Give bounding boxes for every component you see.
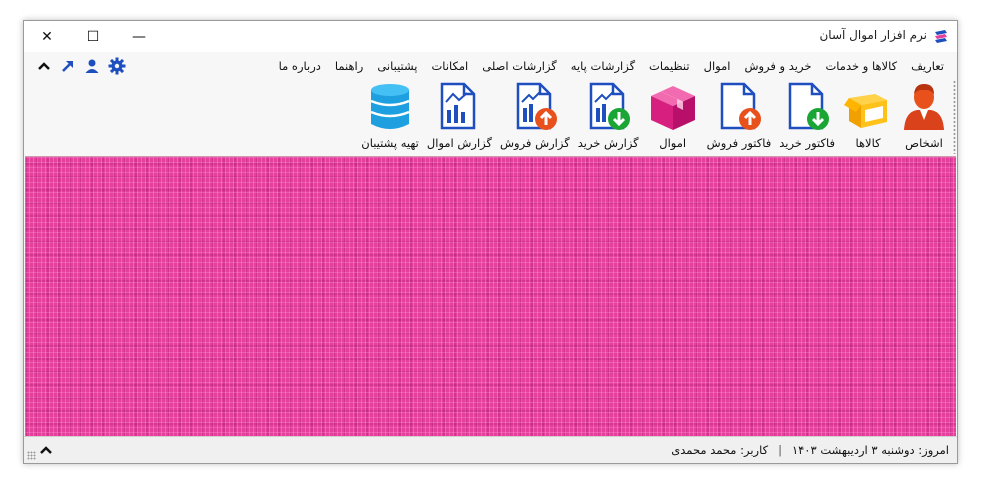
purchase-report-button[interactable]: گزارش خرید bbox=[578, 80, 639, 150]
resize-grip[interactable] bbox=[27, 451, 36, 460]
menu-assets[interactable]: اموال bbox=[697, 59, 738, 73]
menu-buy-sell[interactable]: خرید و فروش bbox=[737, 59, 818, 73]
document-upload-icon bbox=[720, 82, 761, 130]
purchase-invoice-button[interactable]: فاکتور خرید bbox=[779, 80, 835, 150]
backup-label: تهیه پشتیبان bbox=[361, 136, 419, 150]
menu-basic-reports[interactable]: گزارشات پایه bbox=[564, 59, 642, 73]
main-workspace bbox=[25, 156, 956, 438]
minimize-icon: — bbox=[132, 28, 146, 45]
close-button[interactable]: ✕ bbox=[24, 21, 70, 52]
package-icon bbox=[650, 86, 695, 130]
menu-support[interactable]: پشتیبانی bbox=[370, 59, 424, 73]
window-title: نرم افزار اموال آسان bbox=[819, 28, 927, 42]
status-separator: | bbox=[778, 443, 782, 457]
toolbar: اشخاص کالاها فاکتور خرید فاکتور فروش امو… bbox=[24, 80, 957, 154]
sales-invoice-label: فاکتور فروش bbox=[706, 136, 772, 150]
report-chart-icon bbox=[441, 82, 476, 130]
app-logo-icon bbox=[935, 30, 947, 43]
purchase-report-label: گزارش خرید bbox=[577, 136, 639, 150]
menu-about[interactable]: درباره ما bbox=[272, 59, 328, 73]
assets-report-button[interactable]: گزارش اموال bbox=[427, 80, 492, 150]
gear-icon[interactable] bbox=[108, 57, 126, 75]
chevron-up-icon[interactable] bbox=[36, 58, 52, 74]
menu-features[interactable]: امکانات bbox=[424, 59, 475, 73]
goods-button[interactable]: کالاها bbox=[843, 80, 893, 150]
box-icon bbox=[844, 94, 887, 128]
menu-goods-services[interactable]: کالاها و خدمات bbox=[818, 59, 904, 73]
status-today: امروز: دوشنبه ۳ اردیبهشت ۱۴۰۳ bbox=[791, 443, 949, 457]
assets-report-label: گزارش اموال bbox=[426, 136, 492, 150]
status-bar: امروز: دوشنبه ۳ اردیبهشت ۱۴۰۳ | کاربر: م… bbox=[24, 436, 957, 463]
database-icon bbox=[370, 84, 410, 129]
toolbar-grip[interactable] bbox=[953, 80, 956, 154]
arrow-up-right-icon[interactable] bbox=[60, 58, 76, 74]
maximize-icon: ☐ bbox=[86, 28, 100, 45]
title-bar[interactable]: نرم افزار اموال آسان ✕ ☐ — bbox=[24, 21, 957, 52]
status-user: کاربر: محمد محمدی bbox=[671, 443, 769, 457]
maximize-button[interactable]: ☐ bbox=[70, 21, 116, 52]
menu-main-reports[interactable]: گزارشات اصلی bbox=[475, 59, 564, 73]
app-window: نرم افزار اموال آسان ✕ ☐ — تعاریف کالاها… bbox=[23, 20, 958, 464]
minimize-button[interactable]: — bbox=[116, 21, 162, 52]
assets-button[interactable]: اموال bbox=[647, 80, 699, 150]
menu-help[interactable]: راهنما bbox=[328, 59, 370, 73]
menu-definitions[interactable]: تعاریف bbox=[904, 59, 951, 73]
person-icon bbox=[904, 84, 944, 130]
report-upload-icon bbox=[516, 82, 557, 130]
assets-label: اموال bbox=[659, 136, 687, 150]
sales-invoice-button[interactable]: فاکتور فروش bbox=[706, 80, 772, 150]
persons-label: اشخاص bbox=[905, 136, 943, 150]
purchase-invoice-label: فاکتور خرید bbox=[779, 136, 835, 150]
chevron-up-icon[interactable] bbox=[38, 442, 54, 458]
backup-button[interactable]: تهیه پشتیبان bbox=[361, 80, 419, 150]
sales-report-label: گزارش فروش bbox=[500, 136, 570, 150]
menu-settings[interactable]: تنظیمات bbox=[642, 59, 697, 73]
menu-bar: تعاریف کالاها و خدمات خرید و فروش اموال … bbox=[24, 52, 957, 80]
goods-label: کالاها bbox=[855, 136, 881, 150]
sales-report-button[interactable]: گزارش فروش bbox=[500, 80, 570, 150]
close-icon: ✕ bbox=[41, 28, 53, 45]
persons-button[interactable]: اشخاص bbox=[901, 80, 947, 150]
user-icon[interactable] bbox=[84, 58, 100, 74]
document-download-icon bbox=[788, 82, 830, 130]
report-download-icon bbox=[589, 82, 631, 130]
